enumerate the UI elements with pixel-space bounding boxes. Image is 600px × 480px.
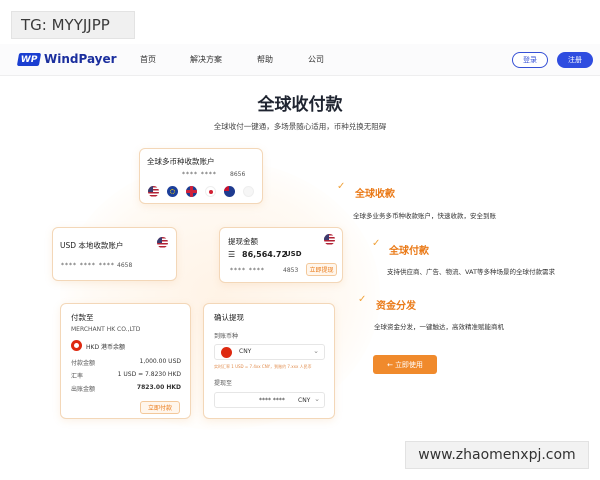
feature-desc: 全球多业务多币种收款账户，快速收款，安全到账 (353, 212, 496, 220)
account-last4: 4853 (283, 267, 299, 274)
row-label: 出账金额 (71, 386, 96, 393)
masked-account: **** **** **** (61, 262, 115, 269)
nav-home[interactable]: 首页 (140, 54, 156, 65)
withdraw-to-select[interactable]: **** **** CNY ⌄ (214, 392, 325, 408)
page-title: 全球收付款 (257, 95, 343, 115)
us-flag-icon (324, 234, 335, 245)
cta-label: 立即使用 (394, 360, 423, 369)
check-icon: ✓ (372, 238, 381, 249)
nav-help[interactable]: 帮助 (257, 54, 273, 65)
login-button[interactable]: 登录 (512, 52, 548, 68)
uk-flag-icon (186, 186, 197, 197)
top-navigation-bar: WP WindPayer 首页 解决方案 帮助 公司 登录 注册 (0, 44, 600, 76)
nav-company[interactable]: 公司 (308, 54, 324, 65)
check-icon: ✓ (337, 181, 346, 192)
account-label: HKD 港币余额 (86, 344, 125, 351)
withdraw-amount: 86,564.72 (242, 250, 288, 259)
chevron-down-icon: ⌄ (314, 395, 320, 403)
chevron-down-icon: ⌄ (313, 347, 319, 355)
account-last4: 4658 (117, 262, 133, 269)
card-title: 确认提现 (214, 313, 244, 322)
check-icon: ✓ (358, 294, 367, 305)
brand-name: WindPayer (44, 52, 117, 66)
multi-currency-account-card[interactable]: 全球多币种收款账户 **** **** 8656 (139, 148, 263, 204)
other-flag-icon (243, 186, 254, 197)
row-label: 汇率 (71, 373, 84, 380)
withdraw-to-label: 提现至 (214, 380, 233, 387)
pay-to-card: 付款至 MERCHANT HK CO.,LTD HKD 港币余额 付款金额 1,… (60, 303, 191, 419)
au-flag-icon (224, 186, 235, 197)
logo-mark-icon: WP (16, 52, 42, 66)
eu-flag-icon (167, 186, 178, 197)
currency-select[interactable]: CNY ⌄ (214, 344, 325, 360)
overlay-tag: TG: MYYJJPP (11, 11, 135, 39)
masked-account: **** **** (230, 267, 265, 274)
us-flag-icon (157, 237, 168, 248)
hk-flag-icon (71, 340, 82, 351)
card-title: 全球多币种收款账户 (147, 157, 215, 166)
feature-desc: 支持供应商、广告、物流、VAT等多种场景的全球付款需求 (387, 268, 555, 276)
row-value: 1,000.00 USD (139, 358, 181, 365)
brand-logo[interactable]: WP WindPayer (16, 52, 117, 66)
feature-title: 资金分发 (376, 301, 416, 312)
us-flag-icon (148, 186, 159, 197)
jp-flag-icon (205, 186, 216, 197)
exchange-rate-note: 实时汇率 1 USD = 7.4xx CNY，到账约 7.xxx 人民币 (214, 364, 312, 369)
card-title: 提现金额 (228, 237, 258, 246)
arrow-right-icon: ← (387, 360, 393, 369)
withdraw-amount-card[interactable]: 提现金额 ☰ 86,564.72 USD **** **** 4853 立即提现 (219, 227, 343, 283)
card-title: USD 本地收款账户 (60, 241, 124, 250)
feature-title: 全球付款 (389, 246, 429, 257)
currency-value: CNY (239, 348, 252, 355)
row-value: 1 USD = 7.8230 HKD (117, 371, 181, 378)
feature-desc: 全球资金分发，一键触达，高效精准赋能商机 (374, 323, 504, 331)
page-subtitle: 全球收付一键通，多场景随心适用，币种兑换无阻碍 (213, 122, 387, 131)
card-title: 付款至 (71, 313, 94, 322)
masked-account: **** **** (182, 171, 217, 178)
account-last4: 8656 (230, 171, 246, 178)
to-masked-account: **** **** (259, 397, 285, 404)
currency-label: 到账币种 (214, 333, 239, 340)
feature-title: 全球收款 (355, 189, 395, 200)
register-button[interactable]: 注册 (557, 52, 593, 68)
row-value: 7823.00 HKD (136, 384, 181, 391)
use-now-button[interactable]: ← 立即使用 (373, 355, 437, 374)
confirm-withdraw-card: 确认提现 到账币种 CNY ⌄ 实时汇率 1 USD = 7.4xx CNY，到… (203, 303, 335, 419)
cn-flag-icon (221, 347, 232, 358)
merchant-name: MERCHANT HK CO.,LTD (71, 326, 141, 333)
row-label: 付款金额 (71, 360, 96, 367)
watermark: www.zhaomenxpj.com (405, 441, 589, 469)
withdraw-now-button[interactable]: 立即提现 (306, 263, 337, 276)
pay-now-button[interactable]: 立即付款 (140, 401, 180, 414)
to-currency: CNY (298, 397, 311, 404)
wallet-icon: ☰ (228, 250, 236, 259)
usd-local-account-card[interactable]: USD 本地收款账户 **** **** **** 4658 (52, 227, 177, 281)
withdraw-currency: USD (285, 250, 302, 258)
nav-solutions[interactable]: 解决方案 (190, 54, 222, 65)
